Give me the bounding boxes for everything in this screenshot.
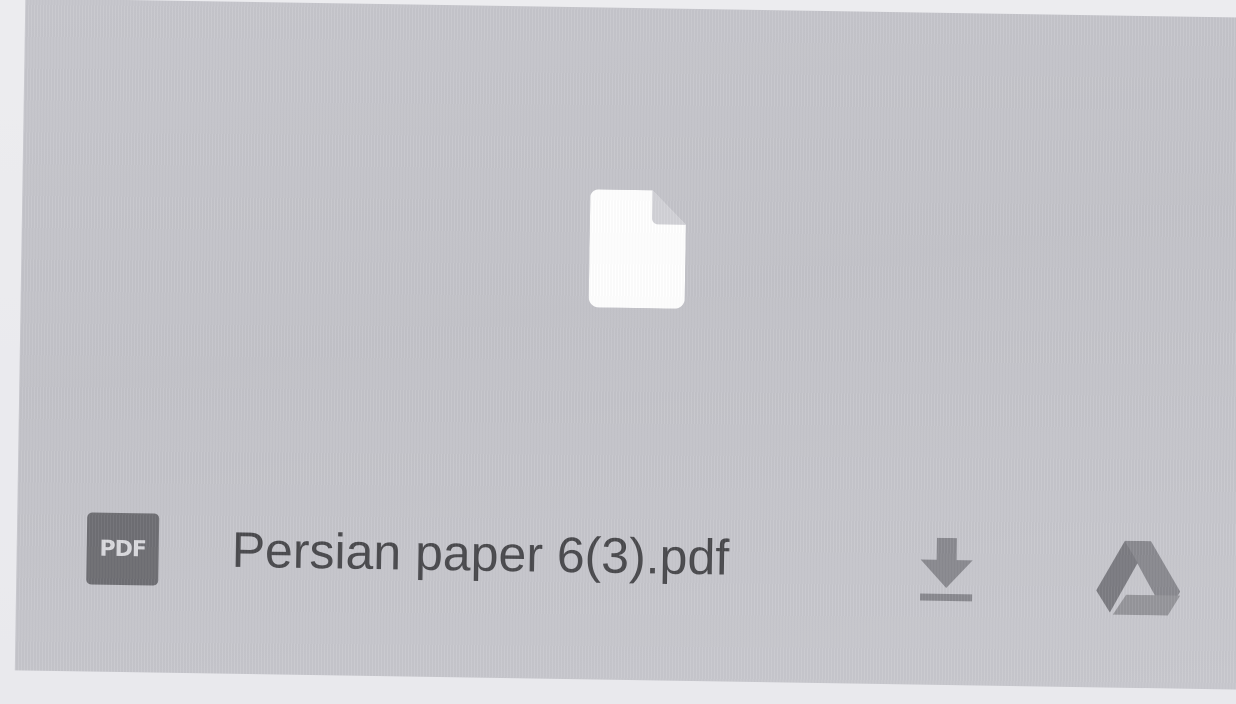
file-type-label: PDF (99, 536, 147, 562)
file-preview-icon (588, 189, 686, 309)
screen: PDF Persian paper 6(3).pdf (0, 0, 1236, 704)
attachment-card[interactable]: PDF Persian paper 6(3).pdf (14, 0, 1236, 690)
download-button[interactable] (916, 537, 977, 602)
download-icon (920, 537, 973, 602)
save-to-drive-button[interactable] (1096, 540, 1181, 617)
google-drive-icon (1096, 540, 1181, 616)
file-name: Persian paper 6(3).pdf (231, 521, 730, 586)
attachment-footer: PDF Persian paper 6(3).pdf (86, 504, 1187, 616)
pdf-file-type-icon: PDF (86, 512, 160, 586)
